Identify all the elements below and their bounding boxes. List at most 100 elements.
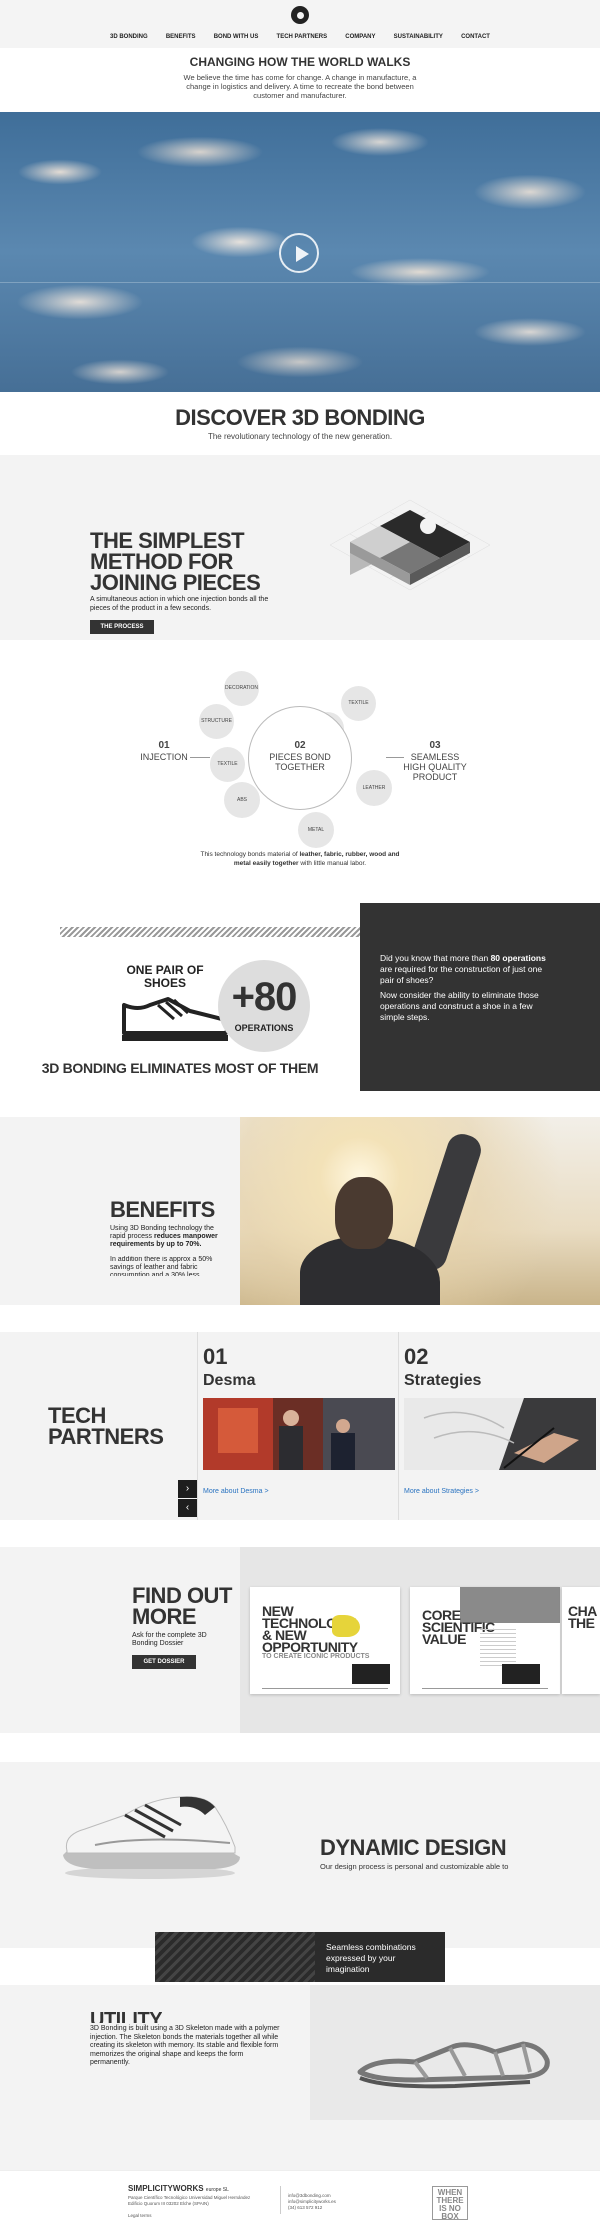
partner-number: 02: [404, 1344, 429, 1369]
nav-company[interactable]: COMPANY: [345, 34, 375, 40]
footer-contact: info@3dbonding.com info@simplicityworks.…: [288, 2193, 368, 2211]
footer-brand-sub: europe SL: [205, 2187, 229, 2193]
process-button[interactable]: THE PROCESS: [90, 620, 154, 634]
benefits-paragraph-1: Using 3D Bonding technology the rapid pr…: [110, 1225, 220, 1249]
simplest-title: THE SIMPLEST METHOD FOR JOINING PIECES: [90, 528, 261, 595]
step-2-label: PIECES BOND TOGETHER: [269, 752, 331, 772]
step-3-label: SEAMLESS HIGH QUALITY PRODUCT: [403, 752, 467, 782]
footer-phone[interactable]: (34) 613 572 912: [288, 2205, 368, 2211]
get-dossier-button[interactable]: GET DOSSIER: [132, 1655, 196, 1669]
eliminates-headline: 3D BONDING ELIMINATES MOST OF THEM: [41, 1060, 319, 1076]
one-pair-label: ONE PAIR OF SHOES: [126, 963, 204, 990]
partner-photo-desma: [203, 1398, 395, 1470]
partner-card-strategies[interactable]: 02 Strategies More about Strategies >: [398, 1332, 598, 1520]
partner-link-desma[interactable]: More about Desma >: [203, 1488, 269, 1495]
utility-text: 3D Bonding is built using a 3D Skeleton …: [90, 2025, 280, 2066]
dossier-shoe-image: [332, 1615, 360, 1637]
partner-photo-strategies: [404, 1398, 596, 1470]
footer-divider: [280, 2186, 281, 2214]
seamless-text: Seamless combinations expressed by your …: [326, 1942, 416, 1974]
p1-bold: 80 operations: [490, 953, 546, 963]
footer-brand-name: SIMPLICITYWORKS: [128, 2184, 204, 2193]
p1-pre: Did you know that more than: [380, 953, 491, 963]
dynamic-design-title: DYNAMIC DESIGN: [320, 1835, 507, 1860]
operations-number: +80: [231, 975, 298, 1019]
material-structure: STRUCTURE: [199, 704, 234, 739]
footer-address: Parque Científico Tecnológico Universida…: [128, 2195, 251, 2206]
dossier-bar: [422, 1688, 548, 1689]
nav-bond-with-us[interactable]: BOND WITH US: [214, 34, 259, 40]
legal-terms-link[interactable]: Legal terms: [128, 2213, 152, 2218]
shoe-icon: [122, 997, 230, 1041]
nav-contact[interactable]: CONTACT: [461, 34, 490, 40]
material-textile: TEXTILE: [210, 747, 245, 782]
partner-number: 01: [203, 1344, 228, 1369]
step-1-label: INJECTION: [140, 752, 188, 762]
material-abs: ABS: [224, 782, 260, 818]
benefits-title: BENEFITS: [110, 1197, 215, 1222]
footer-stamp: WHEN THERE IS NO BOX: [432, 2186, 468, 2221]
simplest-section: THE SIMPLEST METHOD FOR JOINING PIECES A…: [0, 455, 600, 640]
sneaker-image: [63, 1796, 240, 1879]
carousel-prev-button[interactable]: ‹: [178, 1499, 197, 1517]
intro-title: CHANGING HOW THE WORLD WALKS: [189, 55, 411, 69]
skeleton-image: [357, 2041, 550, 2089]
hero-divider: [0, 282, 600, 283]
operations-label: OPERATIONS: [234, 1023, 294, 1033]
partner-card-desma[interactable]: 01 Desma More about Desma >: [197, 1332, 397, 1520]
dossier-text-lines: [480, 1629, 516, 1669]
simplest-text: A simultaneous action in which one injec…: [90, 596, 269, 612]
person-head: [335, 1177, 393, 1249]
puzzle-illustration: [329, 499, 491, 591]
discover-title: DISCOVER 3D BONDING: [175, 405, 425, 430]
pieces-caption: This technology bonds material of leathe…: [200, 850, 400, 868]
step-1-number: 01: [158, 740, 170, 751]
caption-pre: This technology bonds material of: [200, 851, 300, 858]
step-2-number: 02: [294, 740, 306, 751]
material-decoration: DECORATION: [224, 671, 259, 706]
p1-post: are required for the construction of jus…: [380, 964, 543, 985]
caption-post: with little manual labor.: [298, 860, 367, 867]
utility-title: UTILITY: [90, 2010, 163, 2023]
dossier-dark-block: [352, 1664, 390, 1684]
site-header: 3D BONDING BENEFITS BOND WITH US TECH PA…: [0, 0, 600, 48]
material-metal: METAL: [298, 812, 334, 848]
play-icon[interactable]: [279, 233, 319, 273]
find-out-more-text: Ask for the complete 3D Bonding Dossier: [132, 1632, 207, 1647]
dossier-page-2[interactable]: CORE SCIENTIFIC VALUE: [410, 1587, 560, 1694]
material-textile-2: TEXTILE: [341, 686, 376, 721]
step-3-number: 03: [429, 740, 441, 751]
dossier-dark-block: [502, 1664, 540, 1684]
material-leather: LEATHER: [356, 770, 392, 806]
logo-icon[interactable]: [291, 6, 309, 24]
seamless-stripes: [155, 1932, 315, 1982]
benefits-paragraph-2: In addition there is approx a 50% saving…: [110, 1256, 213, 1276]
partner-name: Desma: [203, 1372, 256, 1389]
main-nav: 3D BONDING BENEFITS BOND WITH US TECH PA…: [110, 34, 490, 40]
nav-tech-partners[interactable]: TECH PARTNERS: [277, 34, 328, 40]
nav-sustainability[interactable]: SUSTAINABILITY: [394, 34, 443, 40]
nav-3d-bonding[interactable]: 3D BONDING: [110, 34, 148, 40]
nav-benefits[interactable]: BENEFITS: [166, 34, 196, 40]
operations-paragraph-2: Now consider the ability to eliminate th…: [380, 990, 539, 1022]
partner-name: Strategies: [404, 1372, 482, 1389]
partner-link-strategies[interactable]: More about Strategies >: [404, 1488, 479, 1495]
discover-subtitle: The revolutionary technology of the new …: [207, 432, 393, 441]
dynamic-design-text: Our design process is personal and custo…: [320, 1862, 509, 1871]
footer-brand: SIMPLICITYWORKS europe SL: [128, 2184, 229, 2193]
connector-line: [190, 757, 210, 758]
hero-video[interactable]: [0, 112, 600, 392]
dossier-page-subtitle: TO CREATE ICONIC PRODUCTS: [262, 1653, 370, 1660]
intro-text: We believe the time has come for change.…: [183, 73, 417, 100]
find-out-more-title: FIND OUT MORE: [132, 1583, 232, 1629]
dossier-page-3[interactable]: CHA THE: [562, 1587, 600, 1694]
tech-partners-title: TECH PARTNERS: [48, 1403, 164, 1449]
benefits-photo: [240, 1117, 600, 1305]
carousel-next-button[interactable]: ›: [178, 1480, 197, 1498]
dossier-bar: [262, 1688, 388, 1689]
dossier-page-title: CHA THE: [568, 1603, 597, 1631]
connector-line: [386, 757, 404, 758]
operations-paragraph-1: Did you know that more than 80 operation…: [380, 953, 550, 986]
dossier-page-1[interactable]: NEW TECHNOLOGY & NEW OPPORTUNITY TO CREA…: [250, 1587, 400, 1694]
stripe-bar: [60, 927, 360, 937]
